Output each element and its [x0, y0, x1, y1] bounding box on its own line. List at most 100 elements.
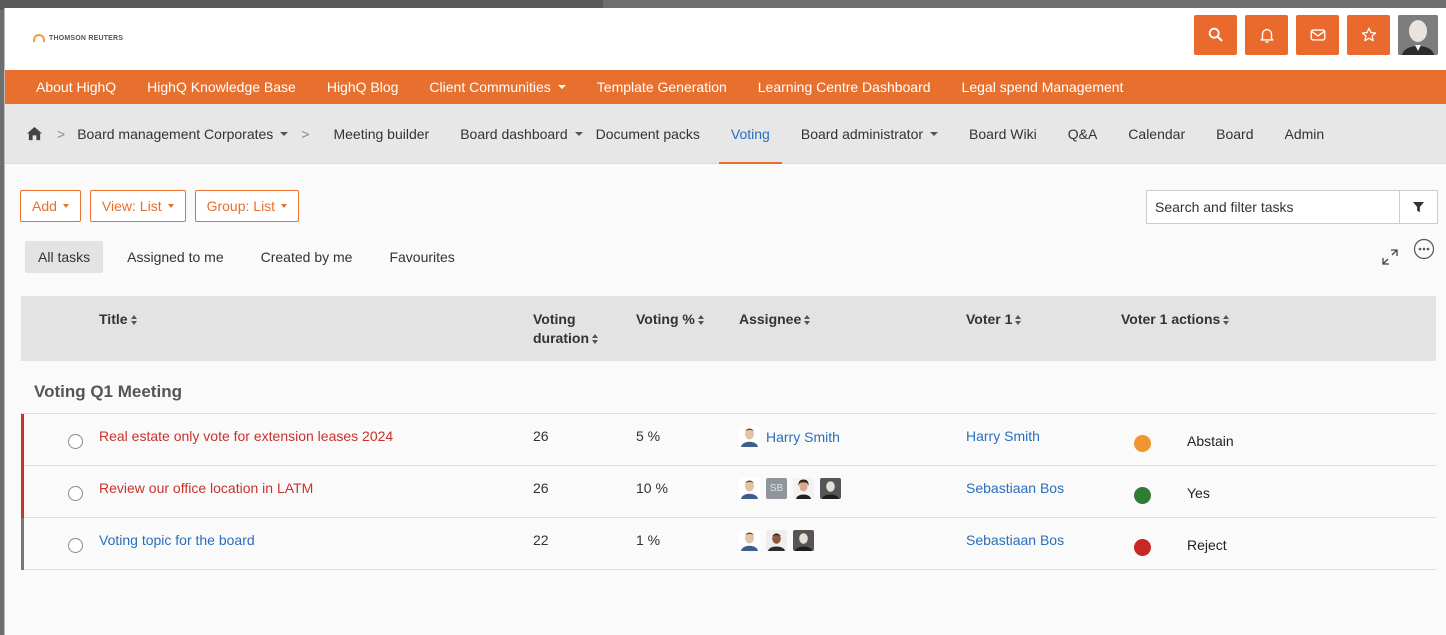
view-label: View: List — [101, 198, 162, 214]
user-avatar[interactable] — [1398, 15, 1438, 55]
filter-button[interactable] — [1399, 191, 1437, 223]
subnav-label: Admin — [1284, 125, 1325, 142]
sort-icon — [1223, 315, 1230, 326]
complete-toggle[interactable] — [68, 434, 83, 449]
column-title[interactable]: Title — [99, 310, 138, 329]
table-row[interactable]: Review our office location in LATM 26 10… — [21, 466, 1436, 518]
task-title-link[interactable]: Review our office location in LATM — [99, 480, 313, 496]
topnav-item-about-highq[interactable]: About HighQ — [36, 79, 116, 95]
column-voter-1-actions[interactable]: Voter 1 actions — [1121, 310, 1230, 329]
column-label: Title — [99, 311, 128, 327]
chevron-down-icon — [280, 131, 289, 136]
task-title-link[interactable]: Real estate only vote for extension leas… — [99, 428, 393, 444]
tab-meeting-builder[interactable]: Meeting builder — [333, 104, 429, 164]
chevron-down-icon — [574, 131, 583, 136]
tab-all-tasks[interactable]: All tasks — [25, 241, 104, 273]
row-status-bar — [21, 414, 24, 466]
favourites-button[interactable] — [1347, 15, 1390, 55]
complete-toggle[interactable] — [68, 538, 83, 553]
tab-document-packs[interactable]: Document packs — [596, 104, 700, 164]
yes-status-icon — [1134, 487, 1151, 504]
tab-voting[interactable]: Voting — [718, 104, 782, 164]
topnav-item-blog[interactable]: HighQ Blog — [327, 79, 399, 95]
home-icon[interactable] — [26, 126, 43, 141]
voting-duration: 26 — [533, 480, 549, 496]
topnav-item-legal-spend[interactable]: Legal spend Management — [962, 79, 1124, 95]
avatar[interactable] — [739, 530, 760, 551]
avatar-initials[interactable]: SB — [766, 478, 787, 499]
group-button[interactable]: Group: List — [194, 190, 300, 222]
tab-qa[interactable]: Q&A — [1068, 104, 1098, 164]
site-selector[interactable]: Board management Corporates — [77, 104, 289, 164]
notifications-button[interactable] — [1245, 15, 1288, 55]
topnav-label: Legal spend Management — [961, 79, 1124, 95]
topnav-label: Client Communities — [429, 79, 551, 95]
voting-duration: 26 — [533, 428, 549, 444]
chevron-down-icon — [930, 131, 939, 136]
subnav-label: Board administrator — [800, 125, 924, 142]
avatar[interactable] — [793, 478, 814, 499]
subnav-label: Meeting builder — [333, 125, 430, 142]
tab-board-dashboard[interactable]: Board dashboard — [460, 104, 583, 164]
topnav-item-learning-centre[interactable]: Learning Centre Dashboard — [758, 79, 931, 95]
column-label: duration — [533, 330, 589, 346]
voter-name-link[interactable]: Sebastiaan Bos — [966, 480, 1064, 496]
view-button[interactable]: View: List — [89, 190, 186, 222]
tab-board-administrator[interactable]: Board administrator — [800, 104, 939, 164]
more-options-icon[interactable] — [1413, 238, 1435, 260]
tab-board[interactable]: Board — [1216, 104, 1253, 164]
person-avatar-icon — [739, 426, 760, 447]
voter-name-link[interactable]: Sebastiaan Bos — [966, 532, 1064, 548]
header: THOMSON REUTERS — [5, 8, 1446, 70]
column-voting-percent[interactable]: Voting % — [636, 310, 705, 329]
avatar[interactable] — [793, 530, 814, 551]
header-actions — [1194, 15, 1438, 55]
avatar[interactable] — [820, 478, 841, 499]
complete-toggle[interactable] — [68, 486, 83, 501]
tab-label: All tasks — [38, 249, 91, 265]
add-button[interactable]: Add — [20, 190, 81, 222]
group-label: Group: List — [206, 198, 276, 214]
sort-icon — [1015, 315, 1022, 326]
tab-board-wiki[interactable]: Board Wiki — [969, 104, 1037, 164]
tab-created-by-me[interactable]: Created by me — [248, 241, 366, 273]
voter-action: Reject — [1187, 537, 1227, 553]
search-button[interactable] — [1194, 15, 1237, 55]
search-input[interactable] — [1147, 191, 1399, 223]
subnav-label: Board dashboard — [460, 125, 568, 142]
assignee-name-link[interactable]: Harry Smith — [766, 429, 840, 445]
topnav-item-template-generation[interactable]: Template Generation — [597, 79, 727, 95]
voter-name-link[interactable]: Harry Smith — [966, 428, 1040, 444]
task-title-link[interactable]: Voting topic for the board — [99, 532, 255, 548]
table-row[interactable]: Real estate only vote for extension leas… — [21, 414, 1436, 466]
topnav-label: About HighQ — [36, 79, 117, 95]
column-voter-1[interactable]: Voter 1 — [966, 310, 1022, 329]
expand-icon[interactable] — [1381, 248, 1399, 266]
task-filter-tabs: All tasks Assigned to me Created by me F… — [25, 241, 479, 273]
column-voting-duration[interactable]: Voting duration — [533, 310, 599, 348]
sort-icon — [592, 334, 599, 345]
column-label: Voter 1 — [966, 311, 1013, 327]
top-navigation: About HighQ HighQ Knowledge Base HighQ B… — [5, 70, 1446, 104]
person-avatar-icon — [793, 478, 814, 499]
logo-text: THOMSON REUTERS — [49, 34, 124, 42]
logo[interactable]: THOMSON REUTERS — [33, 34, 123, 42]
avatar[interactable] — [766, 530, 787, 551]
tab-assigned-to-me[interactable]: Assigned to me — [114, 241, 237, 273]
topnav-item-client-communities[interactable]: Client Communities — [429, 79, 566, 95]
tab-calendar[interactable]: Calendar — [1128, 104, 1185, 164]
avatar[interactable] — [739, 478, 760, 499]
person-avatar-icon — [739, 478, 760, 499]
avatar[interactable] — [739, 426, 760, 447]
topnav-item-knowledge-base[interactable]: HighQ Knowledge Base — [147, 79, 296, 95]
topnav-label: HighQ Blog — [326, 79, 399, 95]
chevron-down-icon — [281, 204, 288, 208]
person-avatar-icon — [739, 530, 760, 551]
tab-admin[interactable]: Admin — [1284, 104, 1324, 164]
messages-button[interactable] — [1296, 15, 1339, 55]
column-assignee[interactable]: Assignee — [739, 310, 811, 329]
table-row[interactable]: Voting topic for the board 22 1 % Sebast… — [21, 518, 1436, 570]
star-icon — [1361, 27, 1376, 42]
tab-favourites[interactable]: Favourites — [376, 241, 467, 273]
group-heading[interactable]: Voting Q1 Meeting — [21, 361, 1436, 414]
